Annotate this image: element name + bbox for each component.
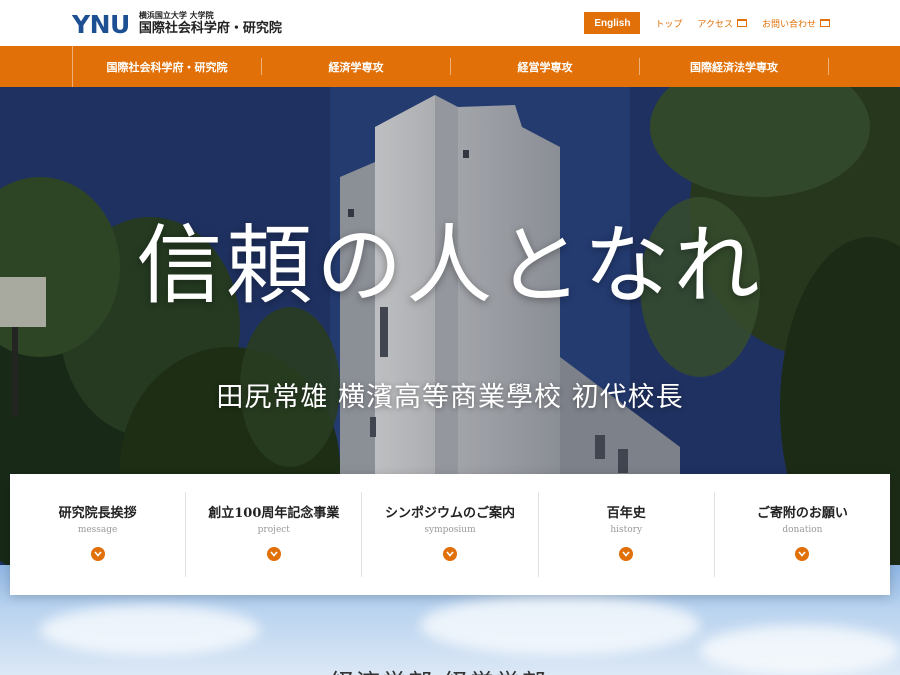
english-button[interactable]: English <box>584 12 641 34</box>
main-nav: 国際社会科学府・研究院 経済学専攻 経営学専攻 国際経済法学専攻 <box>0 46 900 87</box>
card-subtitle: project <box>257 525 290 535</box>
external-window-icon <box>736 19 747 27</box>
section-heading: 経済学部 経営学部 <box>330 663 548 675</box>
card-message[interactable]: 研究院長挨拶 message <box>10 492 187 577</box>
external-window-icon <box>820 19 830 27</box>
card-symposium[interactable]: シンポジウムのご案内 symposium <box>362 492 539 577</box>
card-title: 百年史 <box>606 506 646 521</box>
logo-university: 横浜国立大学 大学院 <box>138 11 214 20</box>
card-title: 研究院長挨拶 <box>58 506 137 521</box>
nav-item-economics[interactable]: 経済学専攻 <box>262 58 451 75</box>
top-link[interactable]: トップ <box>655 12 682 34</box>
card-title: ご寄附のお願い <box>756 506 848 521</box>
chevron-down-icon <box>795 547 810 561</box>
cloud-shape <box>40 605 260 655</box>
logo-text: 横浜国立大学 大学院 国際社会科学府・研究院 <box>139 11 282 37</box>
logo-school-name: 国際社会科学府・研究院 <box>138 21 282 36</box>
utility-links: English トップ アクセス お問い合わせ <box>584 12 830 34</box>
nav-item-graduate-school[interactable]: 国際社会科学府・研究院 <box>73 58 262 75</box>
access-link[interactable]: アクセス <box>697 12 747 34</box>
card-history[interactable]: 百年史 history <box>539 492 715 577</box>
chevron-down-icon <box>619 547 634 561</box>
hero-title: 信頼の人となれ <box>136 216 764 316</box>
card-project[interactable]: 創立100周年記念事業 project <box>186 492 363 577</box>
hero-subtitle: 田尻常雄 横濱高等商業學校 初代校長 <box>216 382 684 413</box>
card-title: 創立100周年記念事業 <box>208 506 340 521</box>
card-subtitle: history <box>610 525 643 535</box>
site-header: YNU 横浜国立大学 大学院 国際社会科学府・研究院 English トップ ア… <box>0 0 900 46</box>
nav-item-business[interactable]: 経営学専攻 <box>451 58 640 75</box>
card-subtitle: symposium <box>424 525 476 535</box>
contact-link[interactable]: お問い合わせ <box>762 12 830 34</box>
cloud-shape <box>700 625 900 675</box>
logo-mark: YNU <box>72 9 130 39</box>
nav-item-international-law[interactable]: 国際経済法学専攻 <box>640 58 829 75</box>
top-link-label: トップ <box>655 19 683 30</box>
main-nav-list: 国際社会科学府・研究院 経済学専攻 経営学専攻 国際経済法学専攻 <box>72 46 829 87</box>
access-link-label: アクセス <box>697 19 733 30</box>
cloud-shape <box>420 595 700 655</box>
chevron-down-icon <box>90 547 105 561</box>
card-title: シンポジウムのご案内 <box>385 506 516 521</box>
site-logo[interactable]: YNU 横浜国立大学 大学院 国際社会科学府・研究院 <box>72 8 282 40</box>
chevron-down-icon <box>443 547 457 561</box>
card-subtitle: message <box>77 525 118 535</box>
chevron-down-icon <box>266 547 281 561</box>
card-donation[interactable]: ご寄附のお願い donation <box>715 492 890 577</box>
card-subtitle: donation <box>782 525 823 535</box>
feature-cards: 研究院長挨拶 message 創立100周年記念事業 project シンポジウ… <box>10 474 890 595</box>
contact-link-label: お問い合わせ <box>761 19 816 30</box>
